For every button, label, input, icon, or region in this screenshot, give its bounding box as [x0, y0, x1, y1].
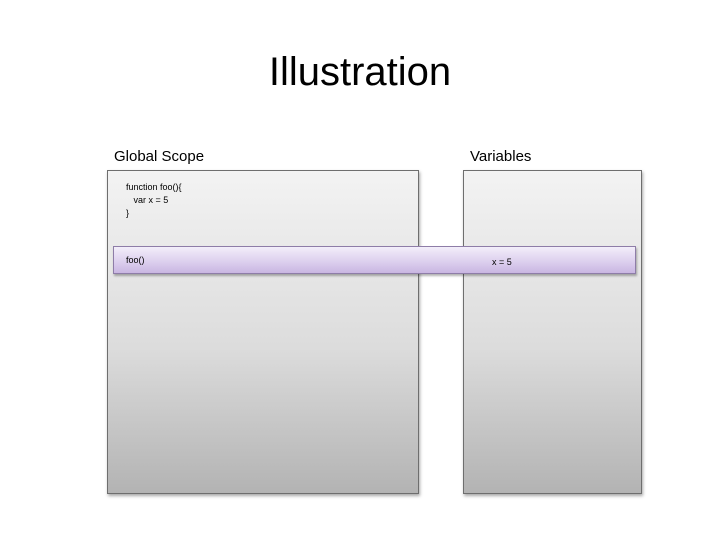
variable-value: x = 5	[492, 257, 512, 267]
code-line: var x = 5	[126, 195, 169, 205]
function-call-bar	[113, 246, 636, 274]
code-line: function foo(){	[126, 182, 182, 192]
slide-title: Illustration	[268, 50, 452, 94]
function-code-block: function foo(){ var x = 5}	[126, 181, 182, 220]
variables-label: Variables	[470, 148, 532, 165]
code-line: }	[126, 208, 130, 218]
global-scope-label: Global Scope	[114, 148, 205, 165]
variables-panel	[463, 170, 642, 494]
function-call-label: foo()	[126, 255, 145, 265]
